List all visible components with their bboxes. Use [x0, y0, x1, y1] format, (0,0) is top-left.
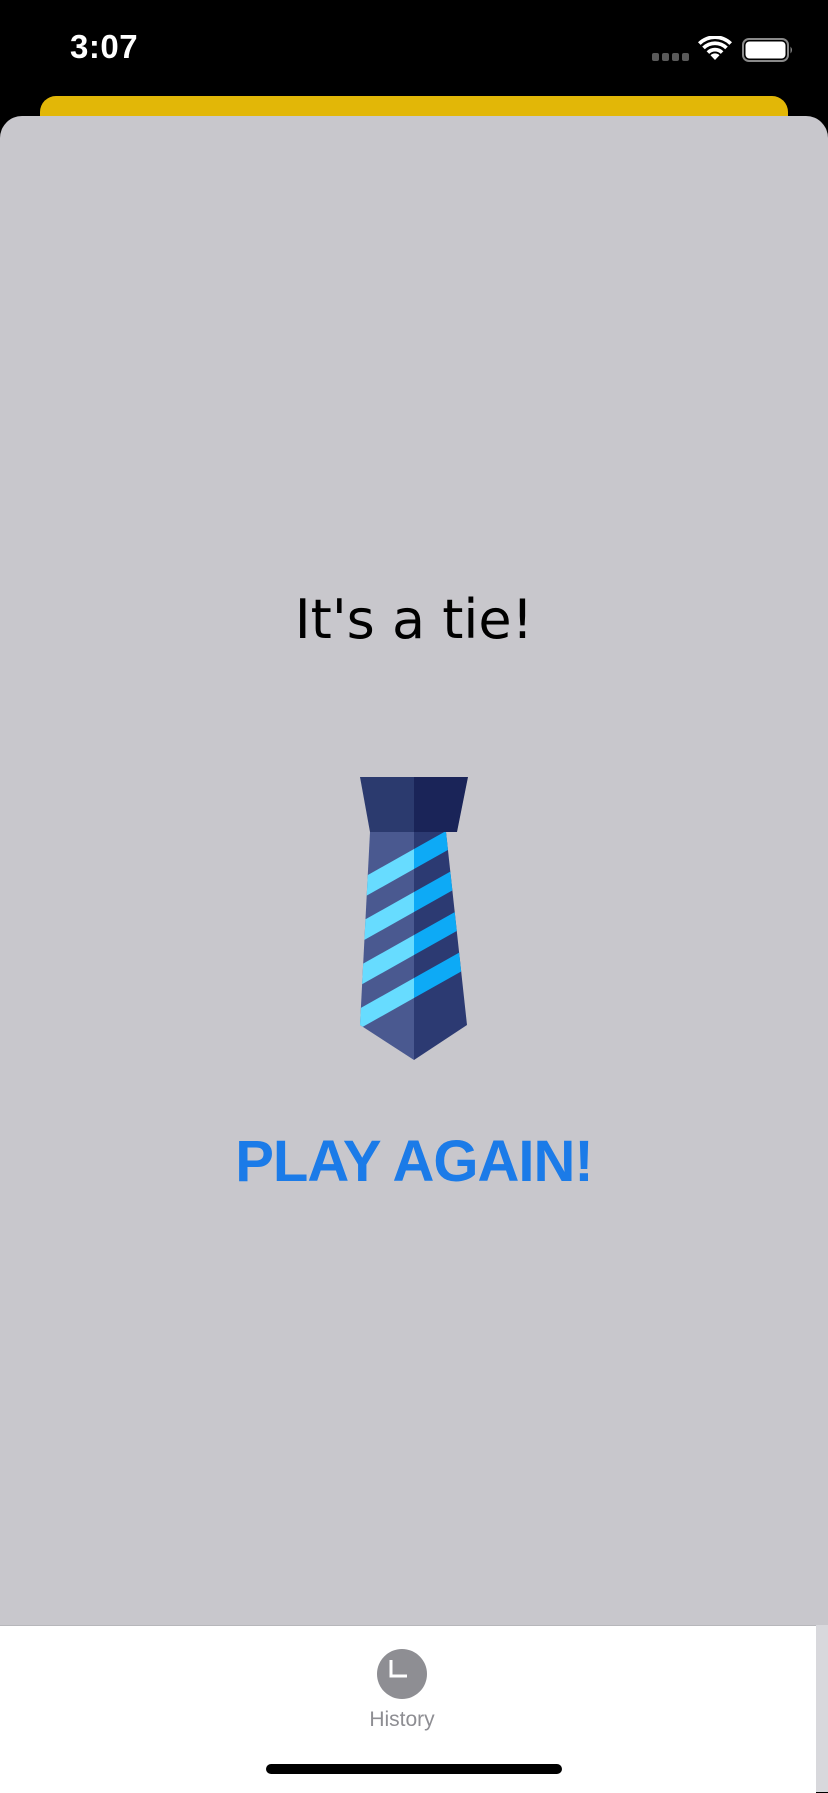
tab-history[interactable]: History: [352, 1636, 452, 1736]
battery-icon: [742, 38, 792, 62]
status-bar: 3:07: [0, 0, 828, 96]
result-message: It's a tie!: [294, 588, 534, 651]
status-time: 3:07: [70, 28, 139, 65]
cellular-signal-icon: [652, 53, 690, 61]
home-indicator[interactable]: [266, 1764, 562, 1774]
tab-bar-edge: [816, 1625, 828, 1792]
tab-history-label: History: [369, 1708, 435, 1731]
clock-icon: [377, 1649, 427, 1699]
wifi-icon: [698, 36, 732, 60]
play-again-button[interactable]: PLAY AGAIN!: [0, 1128, 828, 1195]
necktie-icon: [360, 777, 468, 1060]
